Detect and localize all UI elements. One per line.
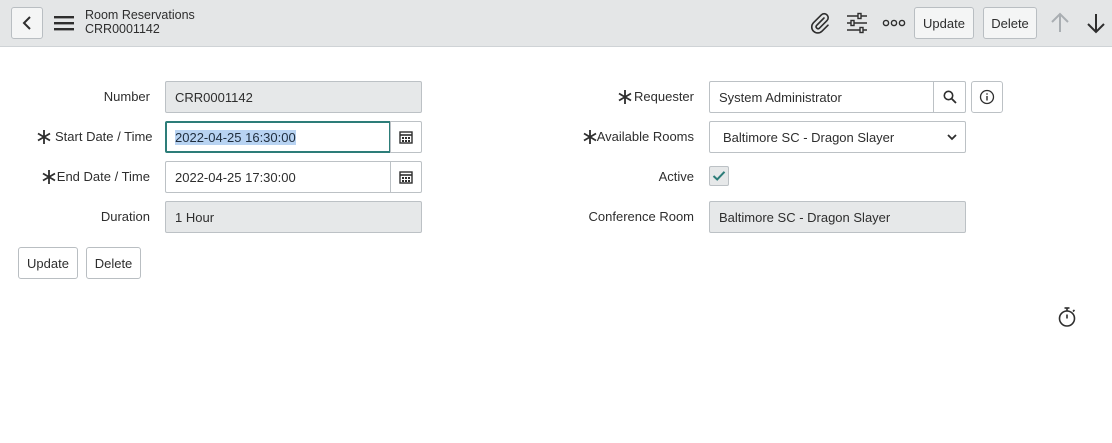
requester-info-button[interactable]	[971, 81, 1003, 113]
required-icon	[37, 130, 51, 144]
number-label: Number	[103, 89, 150, 104]
menu-icon[interactable]	[54, 13, 74, 33]
duration-value: 1 Hour	[175, 209, 215, 225]
requester-input[interactable]: System Administrator	[709, 81, 934, 113]
back-button[interactable]	[11, 7, 43, 39]
stopwatch-icon	[1058, 307, 1076, 327]
delete-button[interactable]: Delete	[86, 247, 141, 279]
end-date-value: 2022-04-25 17:30:00	[175, 169, 296, 185]
required-icon	[42, 170, 56, 184]
conference-room-field: Baltimore SC - Dragon Slayer	[709, 201, 966, 233]
duration-label: Duration	[100, 209, 150, 224]
duration-field: 1 Hour	[165, 201, 422, 233]
number-field: CRR0001142	[165, 81, 422, 113]
form-header: Room Reservations CRR0001142 Update Dele…	[0, 0, 1112, 47]
number-value: CRR0001142	[175, 89, 253, 105]
start-date-input[interactable]: 2022-04-25 16:30:00	[165, 121, 391, 153]
checkmark-icon	[712, 171, 726, 181]
requester-value: System Administrator	[719, 89, 842, 105]
back-icon	[22, 16, 31, 30]
page-title: Room Reservations	[85, 8, 195, 22]
end-date-label: End Date / Time	[56, 169, 150, 184]
active-label: Active	[658, 169, 694, 184]
header-title-block: Room Reservations CRR0001142	[85, 8, 195, 36]
record-number: CRR0001142	[85, 22, 160, 36]
start-date-calendar-button[interactable]	[390, 121, 422, 153]
start-date-value: 2022-04-25 16:30:00	[175, 129, 296, 145]
requester-lookup-button[interactable]	[933, 81, 966, 113]
calendar-icon	[399, 131, 413, 144]
active-checkbox[interactable]	[709, 166, 729, 186]
start-date-label: Start Date / Time	[55, 129, 153, 144]
arrow-down-icon[interactable]	[1084, 11, 1108, 35]
available-rooms-label: Available Rooms	[596, 129, 694, 144]
available-rooms-select[interactable]: Baltimore SC - Dragon Slayer	[709, 121, 966, 153]
end-date-calendar-button[interactable]	[390, 161, 422, 193]
search-icon	[943, 90, 957, 104]
timer-button[interactable]	[1056, 306, 1078, 328]
header-update-button[interactable]: Update	[914, 7, 974, 39]
requester-label: Requester	[634, 89, 694, 104]
sliders-icon[interactable]	[845, 11, 869, 35]
available-rooms-value: Baltimore SC - Dragon Slayer	[723, 129, 895, 145]
calendar-icon	[399, 171, 413, 184]
conference-room-label: Conference Room	[588, 209, 695, 224]
info-icon	[979, 89, 995, 105]
more-icon[interactable]	[882, 11, 906, 35]
header-delete-button[interactable]: Delete	[983, 7, 1037, 39]
update-button[interactable]: Update	[18, 247, 78, 279]
conference-room-value: Baltimore SC - Dragon Slayer	[719, 209, 891, 225]
arrow-up-icon[interactable]	[1048, 11, 1072, 35]
end-date-input[interactable]: 2022-04-25 17:30:00	[165, 161, 391, 193]
chevron-down-icon	[947, 134, 957, 141]
paperclip-icon[interactable]	[808, 11, 832, 35]
